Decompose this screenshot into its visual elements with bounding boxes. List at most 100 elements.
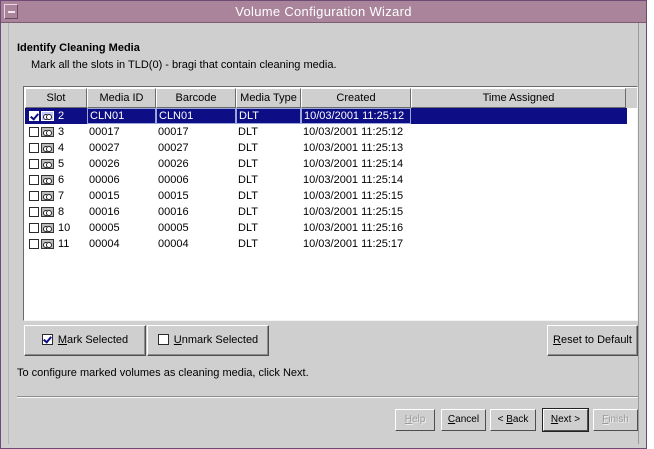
cell-time-assigned [411, 172, 626, 188]
cell-media-type: DLT [236, 108, 301, 124]
page-subheading: Mark all the slots in TLD(0) - bragi tha… [31, 59, 337, 71]
reset-to-default-button[interactable]: Reset to Default [547, 325, 638, 356]
cell-media-id: 00026 [89, 158, 120, 170]
table-row[interactable]: 2 CLN01 CLN01 DLT 10/03/2001 11:25:12 [25, 108, 627, 124]
table-header: Slot Media ID Barcode Media Type Created… [25, 88, 637, 108]
column-header-created[interactable]: Created [301, 88, 411, 108]
column-header-barcode[interactable]: Barcode [156, 88, 236, 108]
cell-media-id: CLN01 [87, 108, 156, 124]
mark-selected-button[interactable]: Mark Selected [24, 325, 146, 356]
column-header-media-type[interactable]: Media Type [236, 88, 301, 108]
help-button[interactable]: Help [395, 409, 435, 431]
mark-selected-check-icon [41, 333, 53, 345]
cell-time-assigned [411, 124, 626, 140]
cell-created: 10/03/2001 11:25:16 [303, 222, 404, 234]
cell-barcode: 00004 [158, 238, 189, 250]
table-row[interactable]: 6 00006 00006 DLT 10/03/2001 11:25:14 [25, 172, 627, 188]
table-row[interactable]: 11 00004 00004 DLT 10/03/2001 11:25:17 [25, 236, 627, 252]
page-heading: Identify Cleaning Media [17, 42, 140, 54]
back-mnemonic: B [506, 414, 513, 425]
cell-created: 10/03/2001 11:25:12 [301, 108, 411, 124]
cell-barcode: 00026 [158, 158, 189, 170]
cell-barcode: 00017 [158, 126, 189, 138]
title-bar[interactable]: Volume Configuration Wizard [1, 1, 646, 23]
cancel-button[interactable]: Cancel [441, 409, 486, 431]
cell-time-assigned [411, 220, 626, 236]
next-label: ext > [558, 414, 581, 425]
cell-media-type: DLT [238, 206, 258, 218]
back-prefix: < [497, 414, 507, 425]
table-row[interactable]: 3 00017 00017 DLT 10/03/2001 11:25:12 [25, 124, 627, 140]
cell-created: 10/03/2001 11:25:14 [303, 158, 404, 170]
mark-selected-mnemonic: M [57, 334, 67, 346]
cell-created: 10/03/2001 11:25:14 [303, 174, 404, 186]
table-row[interactable]: 5 00026 00026 DLT 10/03/2001 11:25:14 [25, 156, 627, 172]
cell-time-assigned [411, 140, 626, 156]
cell-media-id: 00005 [89, 222, 120, 234]
cell-barcode: CLN01 [156, 108, 236, 124]
tape-cartridge-icon [41, 191, 54, 201]
cell-media-type: DLT [238, 238, 258, 250]
cell-slot: 5 [58, 158, 65, 170]
row-checkbox[interactable] [29, 191, 39, 201]
cell-media-type: DLT [238, 142, 258, 154]
tape-cartridge-icon [41, 207, 54, 217]
cell-media-id: 00006 [89, 174, 120, 186]
tape-cartridge-icon [41, 175, 54, 185]
cell-media-id: 00016 [89, 206, 120, 218]
cancel-label: ancel [455, 414, 480, 425]
mark-selected-label: ark Selected [67, 334, 129, 346]
cell-slot: 10 [58, 222, 71, 234]
instruction-hint: To configure marked volumes as cleaning … [17, 367, 309, 379]
row-checkbox[interactable] [29, 239, 39, 249]
column-header-slot[interactable]: Slot [25, 88, 87, 108]
cell-created: 10/03/2001 11:25:13 [303, 142, 404, 154]
tape-cartridge-icon [41, 143, 54, 153]
cell-created: 10/03/2001 11:25:12 [303, 126, 404, 138]
cell-created: 10/03/2001 11:25:15 [303, 206, 404, 218]
row-checkbox[interactable] [29, 223, 39, 233]
cell-time-assigned [411, 236, 626, 252]
next-button[interactable]: Next > [542, 408, 589, 432]
cell-slot: 8 [58, 206, 65, 218]
unmark-selected-check-icon [157, 333, 169, 345]
cell-barcode: 00016 [158, 206, 189, 218]
reset-label: eset to Default [561, 334, 632, 346]
unmark-selected-button[interactable]: Unmark Selected [147, 325, 269, 356]
table-body: 2 CLN01 CLN01 DLT 10/03/2001 11:25:12 3 00017 0… [25, 108, 637, 252]
finish-label: inish [608, 414, 629, 425]
tape-cartridge-icon [41, 223, 54, 233]
table-row[interactable]: 8 00016 00016 DLT 10/03/2001 11:25:15 [25, 204, 627, 220]
table-row[interactable]: 10 00005 00005 DLT 10/03/2001 11:25:16 [25, 220, 627, 236]
back-label: ack [512, 414, 529, 425]
cell-slot: 11 [58, 238, 70, 250]
finish-button[interactable]: Finish [593, 409, 638, 431]
cell-slot: 7 [58, 190, 65, 202]
footer-separator [17, 396, 638, 398]
cell-barcode: 00005 [158, 222, 189, 234]
row-checkbox[interactable] [29, 127, 39, 137]
row-checkbox[interactable] [29, 143, 39, 153]
table-row[interactable]: 4 00027 00027 DLT 10/03/2001 11:25:13 [25, 140, 627, 156]
tape-cartridge-icon [41, 111, 54, 121]
cell-barcode: 00006 [158, 174, 189, 186]
cell-slot: 3 [58, 126, 65, 138]
row-checkbox[interactable] [29, 207, 39, 217]
cell-slot: 6 [58, 174, 65, 186]
back-button[interactable]: < Back [490, 409, 536, 431]
cell-media-type: DLT [238, 174, 258, 186]
help-mnemonic: H [404, 414, 412, 425]
row-checkbox[interactable] [29, 159, 39, 169]
cell-media-id: 00004 [89, 238, 120, 250]
cell-media-id: 00017 [89, 126, 120, 138]
tape-cartridge-icon [41, 159, 54, 169]
cell-slot: 4 [58, 142, 65, 154]
column-header-media-id[interactable]: Media ID [87, 88, 156, 108]
row-checkbox[interactable] [29, 111, 39, 121]
tape-cartridge-icon [41, 127, 54, 137]
cell-time-assigned [411, 204, 626, 220]
row-checkbox[interactable] [29, 175, 39, 185]
cell-media-id: 00027 [89, 142, 120, 154]
table-row[interactable]: 7 00015 00015 DLT 10/03/2001 11:25:15 [25, 188, 627, 204]
column-header-time-assigned[interactable]: Time Assigned [411, 88, 626, 108]
